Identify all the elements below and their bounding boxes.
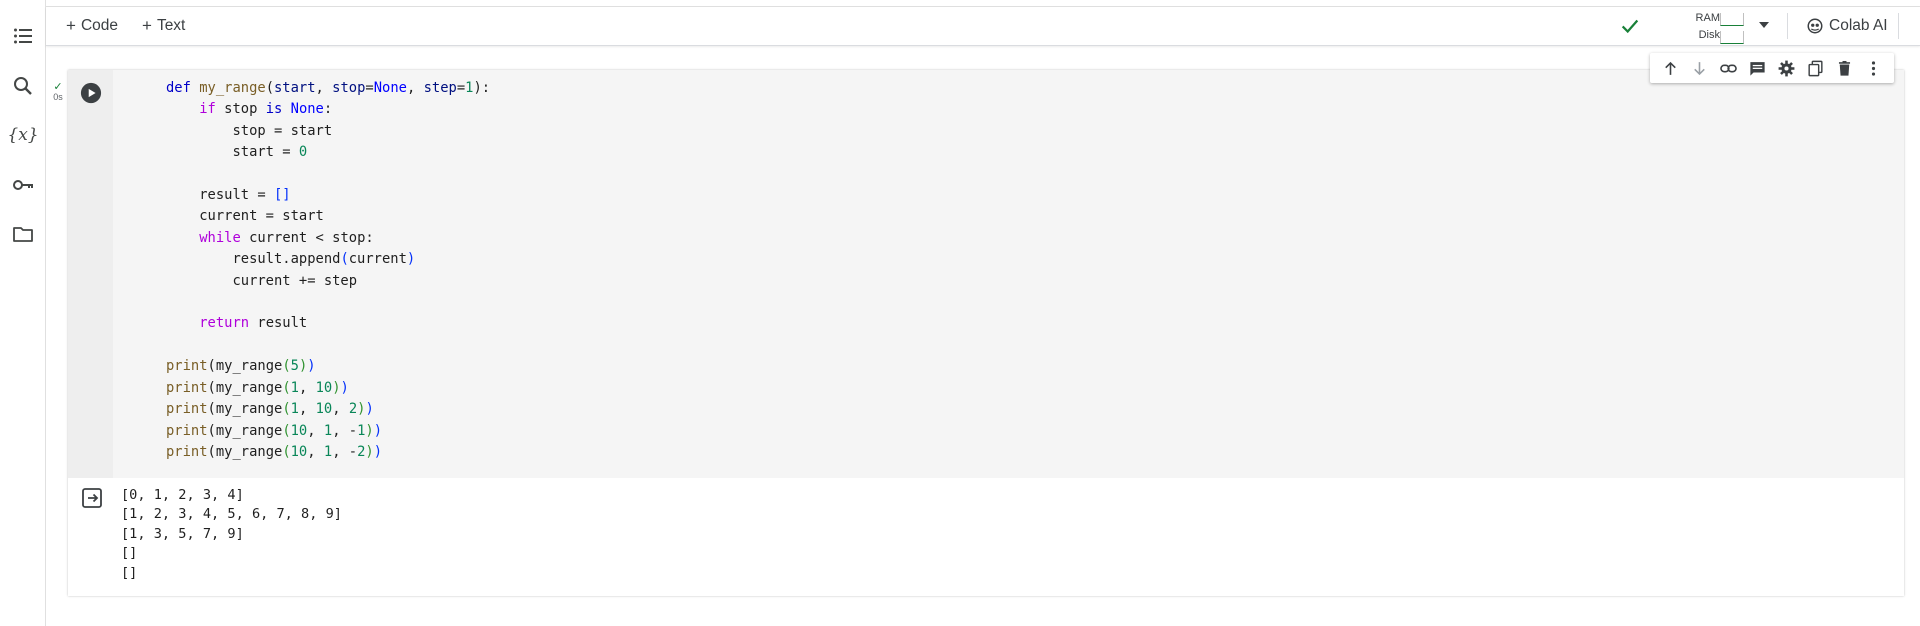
success-check-icon: ✓: [53, 81, 63, 93]
plus-icon: +: [66, 16, 76, 35]
add-text-label: Text: [156, 17, 186, 34]
cell-toolbar: [1650, 53, 1894, 83]
cell-gutter: ✓ 0s: [53, 70, 113, 478]
code-line: current = start: [166, 208, 324, 225]
move-down-icon[interactable]: [1689, 57, 1711, 79]
execution-time: 0s: [53, 92, 63, 102]
add-text-button[interactable]: + Text: [142, 15, 185, 37]
mirror-cell-icon[interactable]: [1805, 57, 1827, 79]
code-line: result.append(current): [166, 251, 416, 268]
code-line: while current < stop:: [199, 229, 374, 246]
table-of-contents-icon[interactable]: [9, 22, 37, 50]
execution-status: ✓ 0s: [50, 81, 66, 103]
comment-icon[interactable]: [1747, 57, 1769, 79]
more-vert-icon[interactable]: [1863, 57, 1885, 79]
code-cell[interactable]: ✓ 0s def my_range(start, stop=None, step…: [53, 70, 1904, 596]
secrets-key-icon[interactable]: [9, 171, 37, 199]
add-code-button[interactable]: + Code: [66, 15, 118, 37]
variables-icon[interactable]: {x}: [7, 121, 39, 149]
toolbar-divider: [1787, 13, 1788, 39]
colab-ai-icon: [1807, 18, 1823, 34]
files-folder-icon[interactable]: [9, 220, 37, 248]
search-icon[interactable]: [9, 72, 37, 100]
code-editor[interactable]: def my_range(start, stop=None, step=1): …: [113, 70, 1904, 478]
plus-icon: +: [142, 16, 152, 35]
code-line: result = []: [166, 187, 291, 204]
link-icon[interactable]: [1718, 57, 1740, 79]
toolbar-divider: [1898, 13, 1899, 39]
code-line: start = 0: [166, 144, 308, 161]
code-line: print(my_range(10, 1, -1)): [166, 422, 383, 439]
code-line: stop = start: [166, 122, 333, 139]
add-code-label: Code: [80, 17, 118, 34]
ram-usage-bar: [1720, 13, 1744, 26]
code-line: def my_range(start, stop=None, step=1):: [166, 80, 491, 96]
settings-gear-icon[interactable]: [1776, 57, 1798, 79]
code-line: print(my_range(5)): [166, 358, 316, 375]
output-line: [0, 1, 2, 3, 4]: [121, 487, 244, 503]
ram-label: RAM: [1695, 12, 1720, 24]
colab-ai-button[interactable]: Colab AI: [1806, 14, 1888, 38]
output-line: [1, 3, 5, 7, 9]: [121, 525, 244, 542]
output-line: [1, 2, 3, 4, 5, 6, 7, 8, 9]: [121, 506, 342, 523]
output-line: []: [121, 564, 138, 581]
code-line: print(my_range(10, 1, -2)): [166, 443, 383, 460]
notebook-toolbar: + Code + Text RAM Disk Colab AI: [46, 7, 1920, 46]
resource-usage-bars[interactable]: [1720, 13, 1744, 49]
code-line: if stop is None:: [199, 101, 333, 118]
disk-label: Disk: [1698, 29, 1720, 41]
code-line: return result: [199, 315, 308, 332]
disk-usage-bar: [1720, 31, 1744, 44]
resources-labels[interactable]: RAM Disk: [1686, 10, 1720, 44]
cell-output: [0, 1, 2, 3, 4] [1, 2, 3, 4, 5, 6, 7, 8,…: [68, 478, 1904, 596]
code-text: def my_range(start, stop=None, step=1): …: [166, 78, 490, 463]
code-line: current += step: [166, 272, 358, 289]
connected-check-icon: [1621, 19, 1639, 34]
output-line: []: [121, 545, 138, 562]
move-up-icon[interactable]: [1660, 57, 1682, 79]
colab-ai-label: Colab AI: [1829, 17, 1888, 34]
code-line: print(my_range(1, 10, 2)): [166, 401, 374, 418]
delete-trash-icon[interactable]: [1834, 57, 1856, 79]
left-sidebar: {x}: [0, 0, 46, 626]
output-text: [0, 1, 2, 3, 4] [1, 2, 3, 4, 5, 6, 7, 8,…: [121, 486, 342, 583]
output-actions-icon[interactable]: [80, 486, 104, 510]
variables-glyph: {x}: [7, 125, 39, 145]
chevron-down-icon[interactable]: [1756, 17, 1772, 33]
window-top-border: [0, 0, 1920, 7]
run-cell-button[interactable]: [80, 82, 102, 104]
code-line: print(my_range(1, 10)): [166, 379, 349, 396]
